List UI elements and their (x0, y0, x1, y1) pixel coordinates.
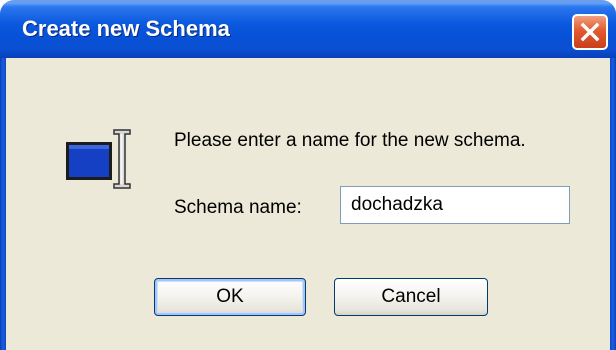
dialog-body: Please enter a name for the new schema. … (6, 58, 610, 350)
title-bar[interactable]: Create new Schema (0, 0, 616, 58)
prompt-message: Please enter a name for the new schema. (174, 130, 526, 151)
close-button[interactable] (572, 14, 608, 50)
create-schema-dialog: Create new Schema Please enter a name fo… (0, 0, 616, 350)
schema-name-input[interactable] (340, 186, 570, 224)
title-bar-highlight (0, 0, 616, 6)
cancel-button[interactable]: Cancel (334, 278, 488, 316)
window-border-right (610, 58, 616, 350)
schema-name-label: Schema name: (174, 197, 302, 218)
ok-button[interactable]: OK (154, 278, 306, 316)
text-field-cursor-icon (66, 129, 131, 189)
window-title: Create new Schema (22, 16, 230, 41)
close-icon (580, 22, 600, 42)
